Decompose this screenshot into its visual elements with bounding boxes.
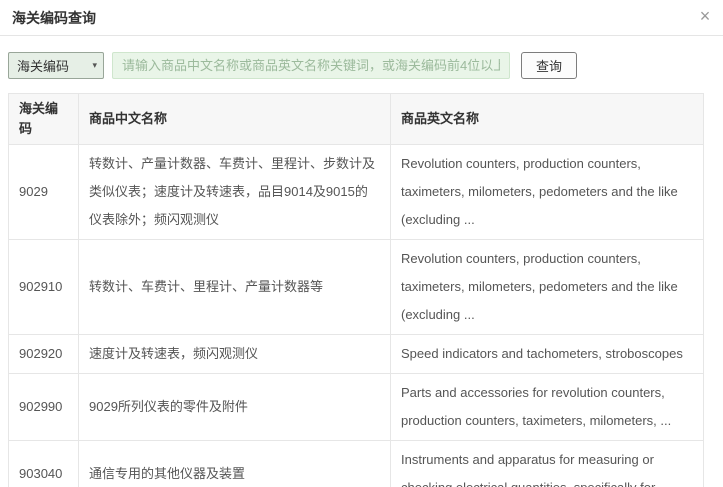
cell-cn-name: 转数计、车费计、里程计、产量计数器等 xyxy=(79,240,391,335)
table-row[interactable]: 902910 转数计、车费计、里程计、产量计数器等 Revolution cou… xyxy=(9,240,704,335)
cell-cn-name: 转数计、产量计数器、车费计、里程计、步数计及类似仪表；速度计及转速表，品目901… xyxy=(79,145,391,240)
table-row[interactable]: 903040 通信专用的其他仪器及装置 Instruments and appa… xyxy=(9,441,704,487)
table-row[interactable]: 9029 转数计、产量计数器、车费计、里程计、步数计及类似仪表；速度计及转速表，… xyxy=(9,145,704,240)
cell-code: 902910 xyxy=(9,240,79,335)
search-type-select-value: 海关编码 xyxy=(17,56,69,75)
search-input[interactable] xyxy=(112,52,510,79)
customs-code-query-dialog: 海关编码查询 × 海关编码 ▾ 查询 海关编码 商品中文名称 商品英文名称 90… xyxy=(0,0,723,487)
search-bar: 海关编码 ▾ 查询 xyxy=(0,36,723,93)
table-row[interactable]: 902990 9029所列仪表的零件及附件 Parts and accessor… xyxy=(9,374,704,441)
cell-en-name: Revolution counters, production counters… xyxy=(391,240,704,335)
dialog-title: 海关编码查询 xyxy=(12,8,96,28)
table-row[interactable]: 902920 速度计及转速表，频闪观测仪 Speed indicators an… xyxy=(9,335,704,374)
dialog-titlebar: 海关编码查询 × xyxy=(0,0,723,36)
cell-code: 903040 xyxy=(9,441,79,487)
cell-en-name: Speed indicators and tachometers, strobo… xyxy=(391,335,704,374)
header-product-cn-name: 商品中文名称 xyxy=(79,94,391,145)
cell-cn-name: 速度计及转速表，频闪观测仪 xyxy=(79,335,391,374)
cell-en-name: Revolution counters, production counters… xyxy=(391,145,704,240)
query-button[interactable]: 查询 xyxy=(521,52,577,79)
cell-cn-name: 通信专用的其他仪器及装置 xyxy=(79,441,391,487)
cell-code: 9029 xyxy=(9,145,79,240)
cell-code: 902990 xyxy=(9,374,79,441)
cell-cn-name: 9029所列仪表的零件及附件 xyxy=(79,374,391,441)
results-table: 海关编码 商品中文名称 商品英文名称 9029 转数计、产量计数器、车费计、里程… xyxy=(8,93,704,487)
cell-code: 902920 xyxy=(9,335,79,374)
table-header-row: 海关编码 商品中文名称 商品英文名称 xyxy=(9,94,704,145)
search-type-select[interactable]: 海关编码 ▾ xyxy=(8,52,104,79)
cell-en-name: Instruments and apparatus for measuring … xyxy=(391,441,704,487)
close-icon[interactable]: × xyxy=(695,6,715,26)
chevron-down-icon: ▾ xyxy=(92,60,97,71)
header-customs-code: 海关编码 xyxy=(9,94,79,145)
header-product-en-name: 商品英文名称 xyxy=(391,94,704,145)
cell-en-name: Parts and accessories for revolution cou… xyxy=(391,374,704,441)
